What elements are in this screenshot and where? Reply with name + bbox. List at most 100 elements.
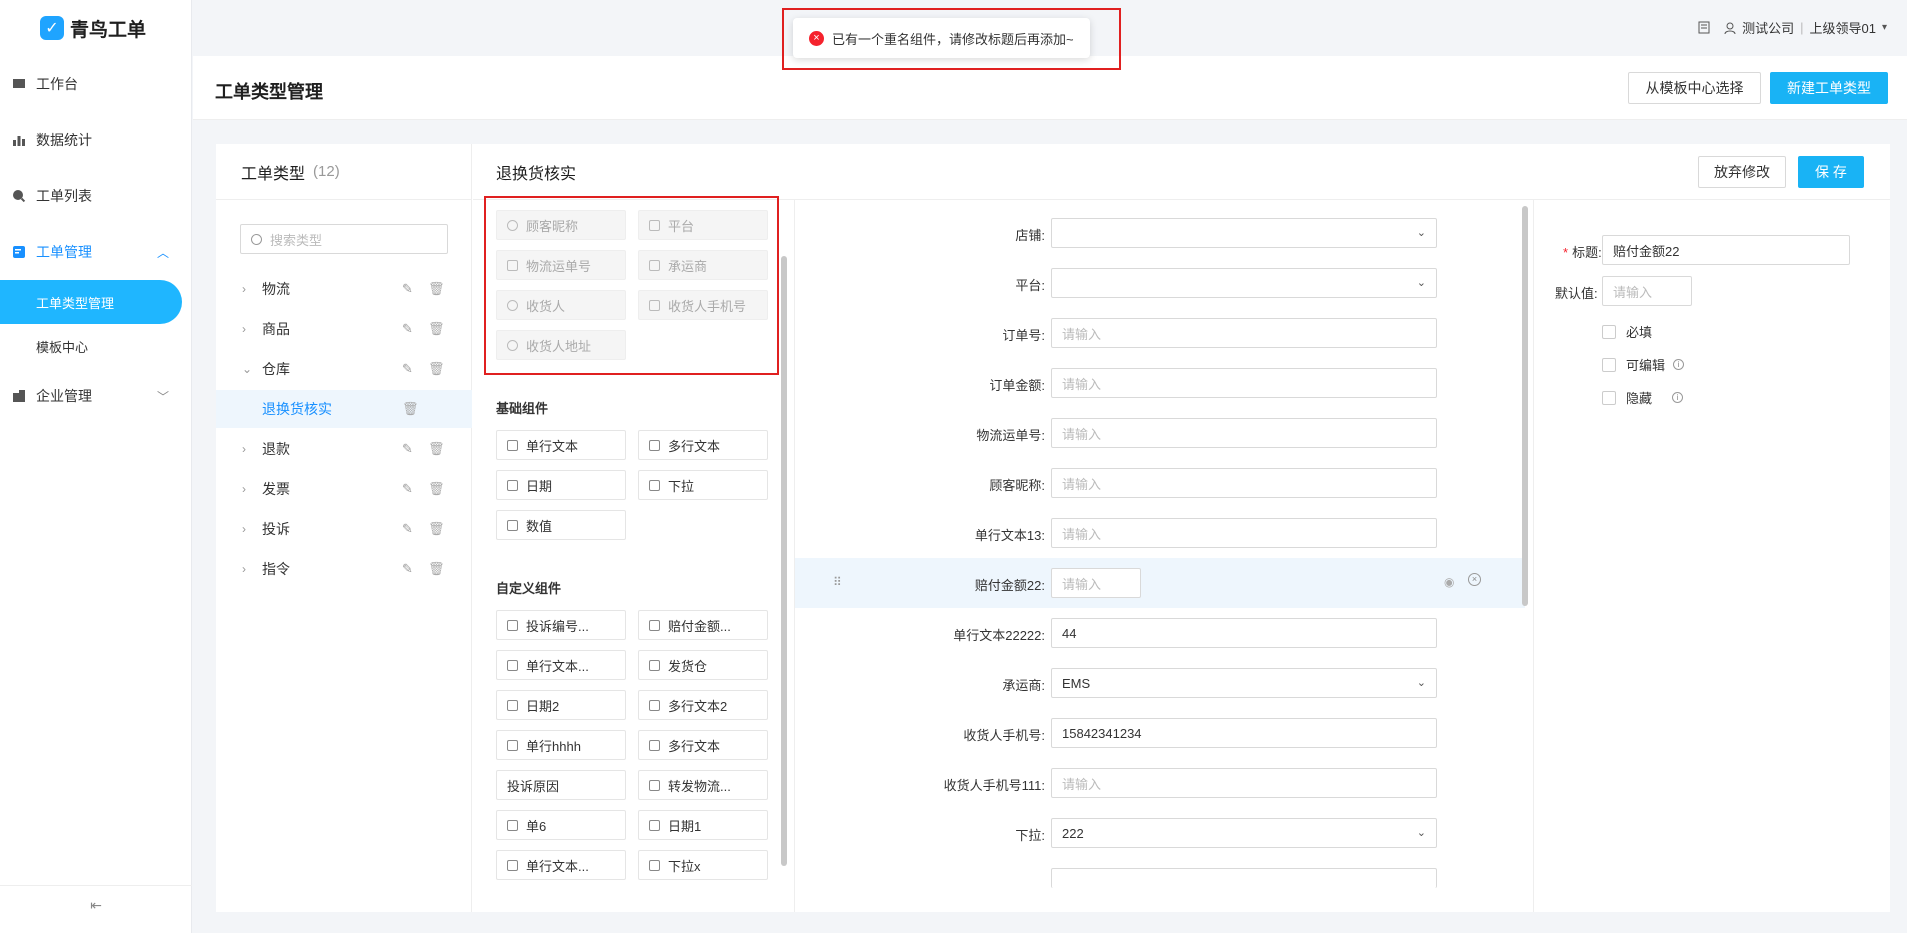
tree-item[interactable]: › 投诉 ✎ 🗑 <box>216 510 472 548</box>
default-value-input[interactable]: 请输入 <box>1602 276 1692 306</box>
delete-icon[interactable]: 🗑 <box>428 481 445 497</box>
form-field-row[interactable]: 单行文本13: 请输入 <box>795 508 1525 558</box>
form-field-row[interactable]: 物流运单号: 请输入 <box>795 408 1525 458</box>
delete-icon[interactable]: 🗑 <box>428 321 445 337</box>
checkbox[interactable] <box>1602 324 1616 339</box>
form-field-row[interactable]: 承运商: EMS ⌄ <box>795 658 1525 708</box>
single-line-text-input[interactable]: 44 <box>1051 618 1437 648</box>
delete-icon[interactable]: 🗑 <box>428 521 445 537</box>
tracking-no-input[interactable]: 请输入 <box>1051 418 1437 448</box>
delete-icon[interactable]: 🗑 <box>402 401 419 417</box>
delete-icon[interactable]: 🗑 <box>428 561 445 577</box>
delete-icon[interactable]: 🗑 <box>428 281 445 297</box>
sidebar-item-template-center[interactable]: 模板中心 <box>0 324 191 368</box>
form-field-row[interactable]: 单行文本22222: 44 <box>795 608 1525 658</box>
chevron-right-icon[interactable]: › <box>242 442 246 456</box>
carrier-select[interactable]: EMS ⌄ <box>1051 668 1437 698</box>
sidebar-item-ticket-manage[interactable]: 工单管理 ︿ <box>0 224 191 280</box>
edit-icon[interactable]: ✎ <box>402 561 413 577</box>
component-chip[interactable]: 赔付金额... <box>638 610 768 640</box>
form-field-row-selected[interactable]: ⠿ 赔付金额22: 请输入 ◉ × <box>795 558 1525 608</box>
component-chip[interactable]: 多行文本 <box>638 430 768 460</box>
component-chip[interactable]: 投诉编号... <box>496 610 626 640</box>
tree-item[interactable]: › 发票 ✎ 🗑 <box>216 470 472 508</box>
component-chip[interactable]: 日期2 <box>496 690 626 720</box>
component-chip[interactable]: 单行文本... <box>496 650 626 680</box>
next-field-input[interactable] <box>1051 868 1437 888</box>
component-chip[interactable]: 转发物流... <box>638 770 768 800</box>
chevron-right-icon[interactable]: › <box>242 482 246 496</box>
compensation-amount-input[interactable]: 请输入 <box>1051 568 1141 598</box>
new-ticket-type-button[interactable]: 新建工单类型 <box>1770 72 1888 104</box>
delete-icon[interactable]: 🗑 <box>428 441 445 457</box>
chevron-right-icon[interactable]: › <box>242 562 246 576</box>
receiver-phone-111-input[interactable]: 请输入 <box>1051 768 1437 798</box>
component-chip[interactable]: 日期 <box>496 470 626 500</box>
hidden-checkbox[interactable]: 隐藏 i <box>1602 388 1684 407</box>
checkbox[interactable] <box>1602 357 1616 372</box>
form-field-row[interactable]: 收货人手机号: 15842341234 <box>795 708 1525 758</box>
receiver-phone-input[interactable]: 15842341234 <box>1051 718 1437 748</box>
order-amount-input[interactable]: 请输入 <box>1051 368 1437 398</box>
form-field-row[interactable]: 下拉: 222 ⌄ <box>795 808 1525 858</box>
select-from-template-button[interactable]: 从模板中心选择 <box>1628 72 1761 104</box>
chevron-down-icon[interactable]: ⌄ <box>242 362 252 376</box>
component-chip[interactable]: 多行文本2 <box>638 690 768 720</box>
component-chip[interactable]: 单行文本... <box>496 850 626 880</box>
user-name[interactable]: 上级领导01 <box>1810 18 1876 37</box>
order-no-input[interactable]: 请输入 <box>1051 318 1437 348</box>
component-chip[interactable]: 下拉 <box>638 470 768 500</box>
eye-icon[interactable]: ◉ <box>1444 575 1454 589</box>
drag-handle-icon[interactable]: ⠿ <box>833 575 843 589</box>
sidebar-item-workbench[interactable]: 工作台 <box>0 56 191 112</box>
sidebar-item-ticket-type-manage[interactable]: 工单类型管理 <box>0 280 182 324</box>
form-field-row[interactable]: 订单金额: 请输入 <box>795 358 1525 408</box>
component-chip[interactable]: 发货仓 <box>638 650 768 680</box>
required-checkbox[interactable]: 必填 <box>1602 322 1652 341</box>
customer-nickname-input[interactable]: 请输入 <box>1051 468 1437 498</box>
info-icon[interactable]: i <box>1672 392 1684 403</box>
type-search-input[interactable]: 搜索类型 <box>240 224 448 254</box>
component-chip[interactable]: 下拉x <box>638 850 768 880</box>
tree-item[interactable]: › 退款 ✎ 🗑 <box>216 430 472 468</box>
delete-icon[interactable]: 🗑 <box>428 361 445 377</box>
app-logo[interactable]: ✓ 青鸟工单 <box>0 0 191 56</box>
form-field-row[interactable]: 订单号: 请输入 <box>795 308 1525 358</box>
info-icon[interactable]: i <box>1673 359 1685 370</box>
document-icon[interactable] <box>1698 21 1710 34</box>
edit-icon[interactable]: ✎ <box>402 361 413 377</box>
delete-circle-icon[interactable]: × <box>1468 573 1481 586</box>
form-field-row[interactable]: 店铺: ⌄ <box>795 208 1525 258</box>
component-chip[interactable]: 多行文本 <box>638 730 768 760</box>
editable-checkbox[interactable]: 可编辑 i <box>1602 355 1685 374</box>
edit-icon[interactable]: ✎ <box>402 321 413 337</box>
sidebar-item-ticket-list[interactable]: 工单列表 <box>0 168 191 224</box>
form-field-row[interactable]: 平台: ⌄ <box>795 258 1525 308</box>
form-field-row[interactable] <box>795 858 1525 908</box>
discard-changes-button[interactable]: 放弃修改 <box>1698 156 1786 188</box>
chevron-right-icon[interactable]: › <box>242 282 246 296</box>
edit-icon[interactable]: ✎ <box>402 481 413 497</box>
chevron-right-icon[interactable]: › <box>242 522 246 536</box>
single-line-text-input[interactable]: 请输入 <box>1051 518 1437 548</box>
collapse-icon[interactable]: ⇤ <box>0 885 192 925</box>
tree-item[interactable]: › 物流 ✎ 🗑 <box>216 270 472 308</box>
chevron-down-icon[interactable]: ▾ <box>1882 22 1887 33</box>
sidebar-item-stats[interactable]: 数据统计 <box>0 112 191 168</box>
canvas-scrollbar[interactable] <box>1522 206 1528 606</box>
edit-icon[interactable]: ✎ <box>402 441 413 457</box>
tree-item[interactable]: › 商品 ✎ 🗑 <box>216 310 472 348</box>
dropdown-select[interactable]: 222 ⌄ <box>1051 818 1437 848</box>
component-chip[interactable]: 单行文本 <box>496 430 626 460</box>
tree-item[interactable]: › 指令 ✎ 🗑 <box>216 550 472 588</box>
platform-select[interactable]: ⌄ <box>1051 268 1437 298</box>
edit-icon[interactable]: ✎ <box>402 281 413 297</box>
chevron-right-icon[interactable]: › <box>242 322 246 336</box>
tree-item[interactable]: ⌄ 仓库 ✎ 🗑 <box>216 350 472 388</box>
title-input[interactable]: 赔付金额22 <box>1602 235 1850 265</box>
component-chip[interactable]: 投诉原因 <box>496 770 626 800</box>
form-field-row[interactable]: 收货人手机号111: 请输入 <box>795 758 1525 808</box>
palette-scrollbar[interactable] <box>781 256 787 866</box>
shop-select[interactable]: ⌄ <box>1051 218 1437 248</box>
component-chip[interactable]: 单6 <box>496 810 626 840</box>
